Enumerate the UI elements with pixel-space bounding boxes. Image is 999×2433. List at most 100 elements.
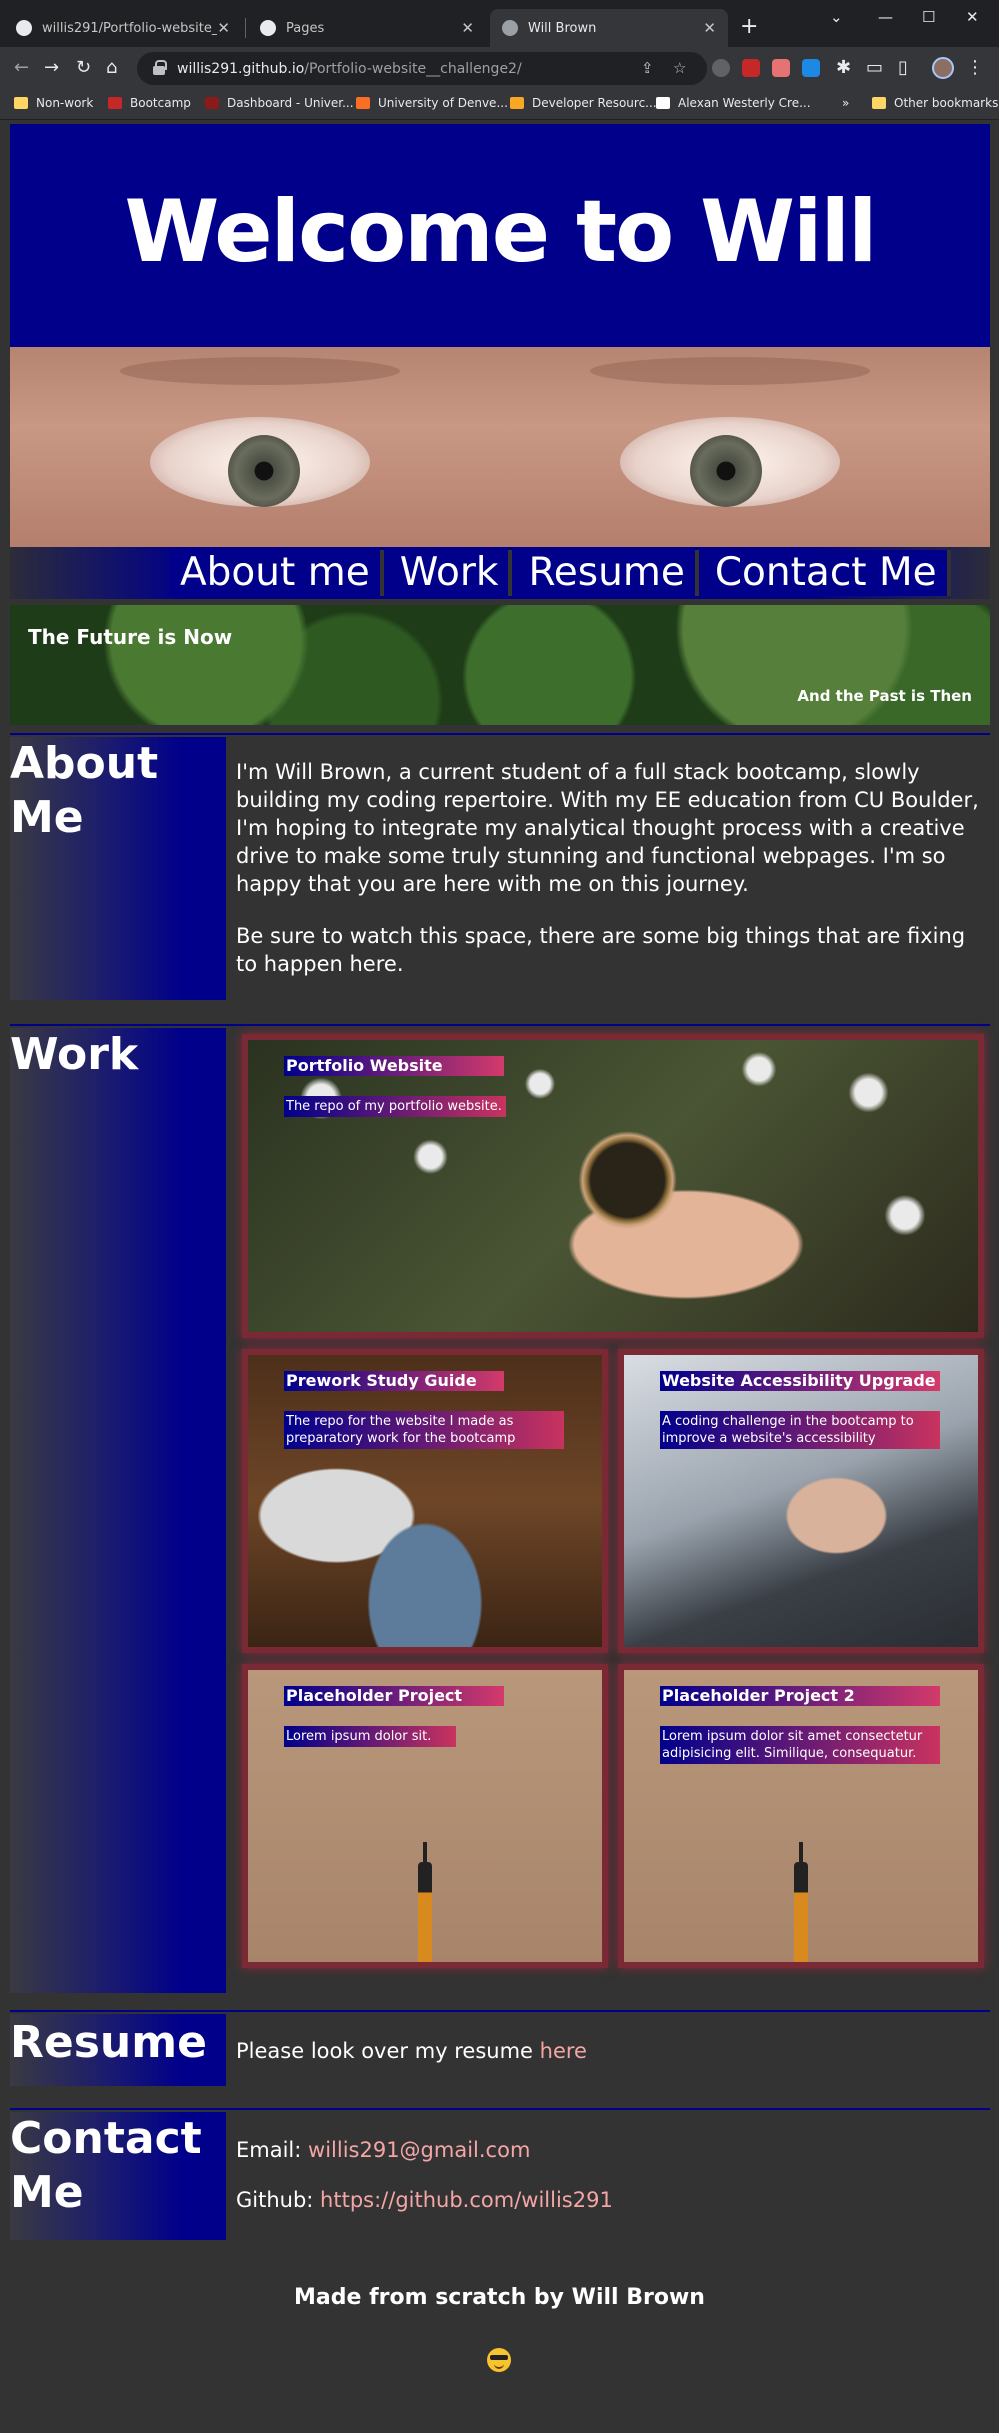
- alexan-icon: [656, 97, 670, 109]
- eye-shape: [620, 417, 840, 507]
- eye-shape: [150, 417, 370, 507]
- ublock-icon[interactable]: [742, 59, 760, 77]
- github-link[interactable]: https://github.com/willis291: [320, 2188, 613, 2212]
- tab-pages[interactable]: Pages ✕: [248, 9, 486, 47]
- work-card-accessibility[interactable]: Website Accessibility Upgrade A coding c…: [618, 1349, 984, 1653]
- work-card-portfolio[interactable]: Portfolio Website The repo of my portfol…: [242, 1034, 984, 1338]
- section-divider: [10, 2108, 990, 2110]
- work-card-prework[interactable]: Prework Study Guide The repo for the web…: [242, 1349, 608, 1653]
- nav-contact-me[interactable]: Contact Me: [704, 550, 951, 596]
- extension-icon[interactable]: [772, 59, 790, 77]
- contact-heading: Contact Me: [10, 2113, 202, 2218]
- resume-label: Resume: [10, 2014, 226, 2086]
- github-label: Github:: [236, 2188, 321, 2212]
- card-desc: Lorem ipsum dolor sit.: [284, 1726, 456, 1747]
- browser-tab-bar: willis291/Portfolio-website__chall ✕ Pag…: [0, 0, 999, 50]
- minimize-icon[interactable]: —: [878, 8, 893, 26]
- email-link[interactable]: willis291@gmail.com: [308, 2138, 530, 2162]
- github-icon: [16, 20, 32, 36]
- bookmark-developer[interactable]: Developer Resourc...: [510, 96, 657, 110]
- bookmark-label: Bootcamp: [130, 96, 191, 110]
- tab-search-icon[interactable]: ⌄: [830, 8, 843, 26]
- card-desc: A coding challenge in the bootcamp to im…: [660, 1411, 940, 1449]
- bookmark-star-icon[interactable]: ☆: [673, 59, 686, 77]
- work-card-placeholder-1[interactable]: Placeholder Project Lorem ipsum dolor si…: [242, 1664, 608, 1968]
- other-bookmarks[interactable]: Other bookmarks: [872, 96, 998, 110]
- menu-icon[interactable]: ⋮: [966, 57, 984, 78]
- card-desc: Lorem ipsum dolor sit amet consectetur a…: [660, 1726, 940, 1764]
- new-tab-icon[interactable]: +: [740, 14, 758, 39]
- puzzle-icon[interactable]: ✱: [836, 57, 851, 78]
- reload-icon[interactable]: ↻: [76, 57, 91, 78]
- nav-about-me[interactable]: About me: [170, 550, 384, 596]
- contact-body: Email: willis291@gmail.com Github: https…: [236, 2136, 986, 2238]
- pen-shape: [794, 1842, 808, 1962]
- work-heading: Work: [10, 1029, 139, 1080]
- card-title: Portfolio Website: [284, 1056, 504, 1076]
- leaf-banner: The Future is Now And the Past is Then: [10, 605, 990, 725]
- resume-heading: Resume: [10, 2017, 207, 2068]
- avatar[interactable]: [932, 57, 954, 79]
- section-divider: [10, 733, 990, 735]
- side-panel-icon[interactable]: ▯: [898, 57, 908, 78]
- nav-resume[interactable]: Resume: [518, 550, 699, 596]
- address-bar[interactable]: willis291.github.io/Portfolio-website__c…: [137, 52, 707, 85]
- card-title: Website Accessibility Upgrade: [660, 1371, 940, 1391]
- work-card-placeholder-2[interactable]: Placeholder Project 2 Lorem ipsum dolor …: [618, 1664, 984, 1968]
- url-host: willis291.github.io: [177, 60, 305, 77]
- bookmark-non-work[interactable]: Non-work: [14, 96, 93, 110]
- forward-icon[interactable]: →: [44, 57, 59, 78]
- back-icon[interactable]: ←: [14, 57, 29, 78]
- bookmark-bootcamp[interactable]: Bootcamp: [108, 96, 191, 110]
- banner-left-text: The Future is Now: [28, 625, 233, 649]
- bootcamp-icon: [108, 97, 122, 109]
- resume-text: Please look over my resume: [236, 2039, 540, 2063]
- page-content: Welcome to Will About me Work Resume Con…: [0, 120, 999, 2433]
- card-title: Placeholder Project: [284, 1686, 504, 1706]
- cast-icon[interactable]: ▭: [866, 57, 883, 78]
- maximize-icon[interactable]: ☐: [922, 8, 935, 26]
- card-title: Placeholder Project 2: [660, 1686, 940, 1706]
- tab-github-repo[interactable]: willis291/Portfolio-website__chall ✕: [4, 9, 242, 47]
- resume-link[interactable]: here: [540, 2039, 587, 2063]
- more-bookmarks-icon: »: [842, 96, 850, 110]
- university-icon: [205, 97, 219, 109]
- extension-icon[interactable]: [712, 59, 730, 77]
- close-icon[interactable]: ✕: [461, 19, 474, 37]
- about-paragraph: Be sure to watch this space, there are s…: [236, 924, 966, 976]
- hero-header: Welcome to Will: [10, 124, 990, 347]
- bookmark-label: Developer Resourc...: [532, 96, 657, 110]
- extension-icon[interactable]: [802, 59, 820, 77]
- bookmark-dashboard[interactable]: Dashboard - Univer...: [205, 96, 354, 110]
- bookmark-label: University of Denve...: [378, 96, 508, 110]
- about-paragraph: I'm Will Brown, a current student of a f…: [236, 760, 979, 896]
- more-bookmarks[interactable]: »: [842, 96, 849, 110]
- card-desc: The repo of my portfolio website.: [284, 1096, 506, 1117]
- close-icon[interactable]: ✕: [703, 19, 716, 37]
- about-heading: About Me: [10, 738, 159, 843]
- gitlab-icon: [356, 97, 370, 109]
- tab-title: Will Brown: [528, 20, 597, 36]
- resume-body: Please look over my resume here: [236, 2037, 986, 2065]
- contact-label: Contact Me: [10, 2112, 226, 2240]
- brow-shape: [590, 357, 870, 385]
- folder-icon: [872, 97, 886, 109]
- bookmark-university[interactable]: University of Denve...: [356, 96, 508, 110]
- lock-icon: [153, 60, 167, 75]
- github-icon: [260, 20, 276, 36]
- work-label: Work: [10, 1028, 226, 1993]
- main-nav: About me Work Resume Contact Me: [10, 547, 990, 599]
- close-icon[interactable]: ✕: [217, 19, 230, 37]
- url-path: /Portfolio-website__challenge2/: [304, 60, 522, 77]
- close-window-icon[interactable]: ✕: [966, 8, 979, 26]
- card-title: Prework Study Guide: [284, 1371, 504, 1391]
- share-icon[interactable]: ⇪: [641, 59, 654, 77]
- pen-shape: [418, 1842, 432, 1962]
- page-title: Welcome to Will: [124, 182, 878, 282]
- nav-work[interactable]: Work: [389, 550, 513, 596]
- home-icon[interactable]: ⌂: [106, 57, 117, 78]
- bookmark-alexan[interactable]: Alexan Westerly Cre...: [656, 96, 811, 110]
- about-body: I'm Will Brown, a current student of a f…: [236, 758, 986, 1002]
- folder-icon: [14, 97, 28, 109]
- tab-will-brown[interactable]: Will Brown ✕: [490, 9, 728, 47]
